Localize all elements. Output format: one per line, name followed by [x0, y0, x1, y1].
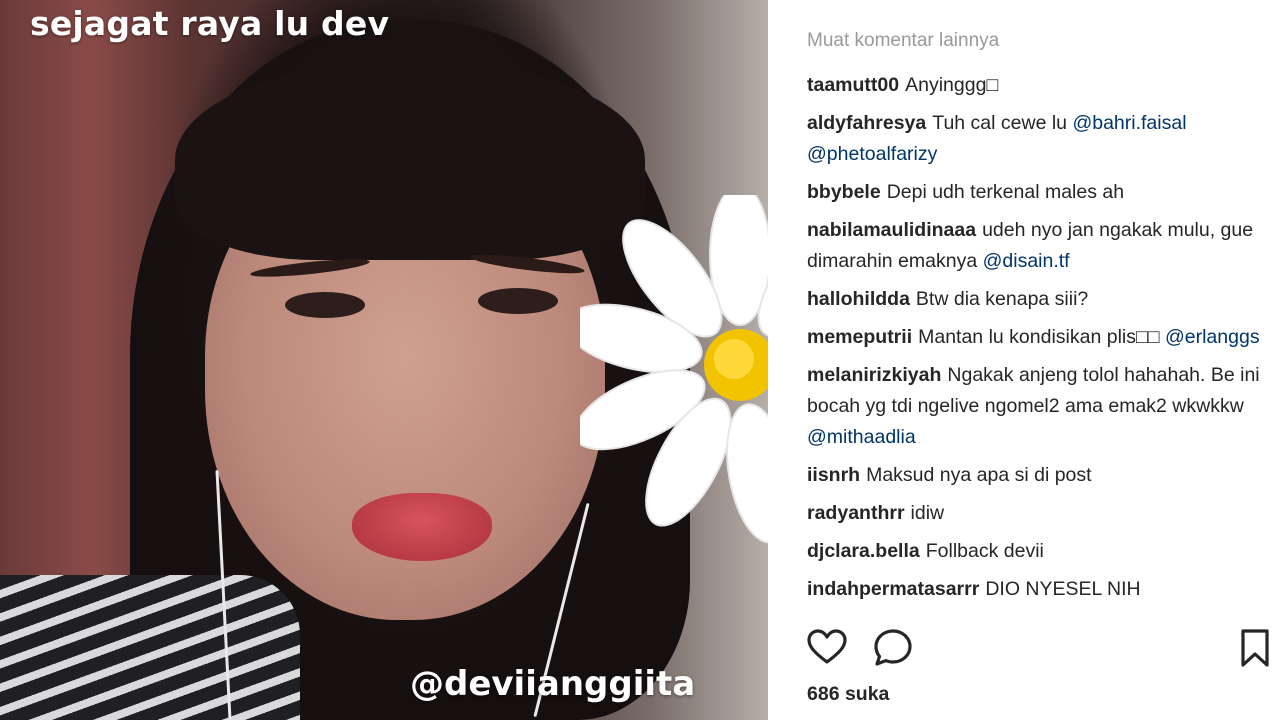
comment-item: melanirizkiyah Ngakak anjeng tolol hahaha… [807, 360, 1267, 453]
comment-mention-link[interactable]: @mithaadlia [807, 426, 916, 448]
comment-item: bbybele Depi udh terkenal males ah [807, 177, 1267, 208]
comment-text: Mantan lu kondisikan plis□□ [918, 326, 1160, 348]
post-photo[interactable]: sejagat raya lu dev @deviianggiita [0, 0, 768, 720]
comment-text: Follback devii [925, 540, 1044, 562]
photo-right-eye [478, 288, 558, 314]
comment-text: Maksud nya apa si di post [866, 464, 1092, 486]
comment-item: nabilamaulidinaaa udeh nyo jan ngakak mul… [807, 215, 1267, 277]
photo-bangs [175, 60, 645, 260]
caption-bottom-handle: @deviianggiita [410, 664, 696, 704]
comment-mention-link[interactable]: @erlanggs [1165, 326, 1260, 348]
comment-text: Depi udh terkenal males ah [886, 181, 1125, 203]
load-more-comments-link[interactable]: Muat komentar lainnya [807, 30, 999, 52]
comment-bubble-icon[interactable] [871, 626, 915, 670]
comment-item: aldyfahresya Tuh cal cewe lu @bahri.faisa… [807, 108, 1267, 170]
comment-item: taamutt00 Anyinggg□ [807, 70, 1267, 101]
comment-username[interactable]: iisnrh [807, 464, 860, 486]
comment-username[interactable]: aldyfahresya [807, 112, 926, 134]
comment-text: Btw dia kenapa siii? [915, 288, 1089, 310]
heart-icon[interactable] [805, 626, 849, 670]
photo-lips [352, 493, 492, 561]
comment-item: radyanthrr idiw [807, 498, 1267, 529]
comment-text: Anyinggg□ [905, 74, 999, 96]
comment-username[interactable]: indahpermatasarrr [807, 578, 979, 600]
comment-item-partial: indahpermatasarrr DIO NYESEL NIH [807, 574, 1267, 605]
comment-username[interactable]: djclara.bella [807, 540, 920, 562]
comment-text: idiw [910, 502, 945, 524]
comments-list[interactable]: taamutt00 Anyinggg□ aldyfahresya Tuh cal c… [807, 70, 1267, 612]
bookmark-icon[interactable] [1233, 626, 1277, 670]
photo-shirt [0, 575, 300, 720]
comment-item: djclara.bella Follback devii [807, 536, 1267, 567]
daisy-sticker [580, 195, 768, 544]
action-bar [805, 626, 1269, 672]
comment-username[interactable]: radyanthrr [807, 502, 905, 524]
comment-text: Tuh cal cewe lu [932, 112, 1068, 134]
photo-left-eye [285, 292, 365, 318]
comment-username[interactable]: memeputrii [807, 326, 912, 348]
comment-username[interactable]: taamutt00 [807, 74, 899, 96]
comment-username[interactable]: nabilamaulidinaaa [807, 219, 976, 241]
comment-item: iisnrh Maksud nya apa si di post [807, 460, 1267, 491]
comment-mention-link[interactable]: @disain.tf [983, 250, 1070, 272]
comment-username[interactable]: hallohildda [807, 288, 910, 310]
comment-text: DIO NYESEL NIH [985, 578, 1141, 600]
comments-panel: Muat komentar lainnya taamutt00 Anyinggg□… [768, 0, 1280, 720]
comment-username[interactable]: bbybele [807, 181, 881, 203]
comment-username[interactable]: melanirizkiyah [807, 364, 941, 386]
likes-count[interactable]: 686 suka [807, 683, 889, 706]
comment-item: hallohildda Btw dia kenapa siii? [807, 284, 1267, 315]
caption-top-text: sejagat raya lu dev [30, 4, 390, 43]
comment-item: memeputrii Mantan lu kondisikan plis□□ @e… [807, 322, 1267, 353]
